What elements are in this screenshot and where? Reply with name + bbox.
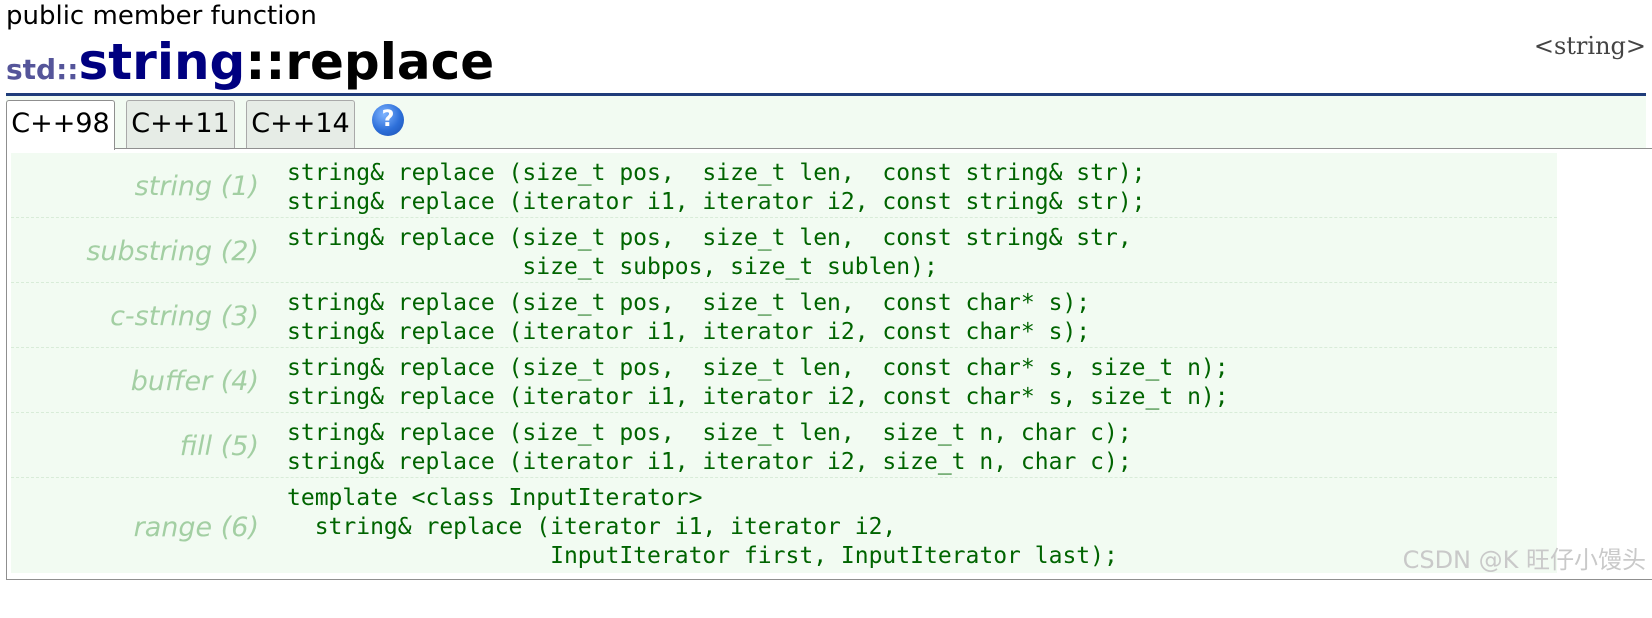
overload-label: substring (2) [86, 236, 259, 267]
code-line: string& replace (iterator i1, iterator i… [287, 189, 1146, 215]
tab-cpp11[interactable]: C++11 [126, 100, 235, 148]
overload-label: string (1) [134, 171, 259, 202]
overload-code: string& replace (size_t pos, size_t len,… [287, 289, 1090, 347]
overload-row-buffer: buffer (4) string& replace (size_t pos, … [11, 348, 1557, 413]
overload-row-string: string (1) string& replace (size_t pos, … [11, 153, 1557, 218]
help-icon[interactable]: ? [372, 104, 404, 136]
overload-label: buffer (4) [130, 366, 259, 397]
overload-code: string& replace (size_t pos, size_t len,… [287, 354, 1229, 412]
code-line: string& replace (iterator i1, iterator i… [287, 384, 1229, 410]
title-class: string [78, 33, 246, 91]
page-title: std::string::replace [6, 34, 494, 90]
code-line: string& replace (size_t pos, size_t len,… [287, 355, 1229, 381]
tab-cpp14[interactable]: C++14 [246, 100, 355, 148]
overload-code: string& replace (size_t pos, size_t len,… [287, 419, 1132, 477]
code-line: string& replace (iterator i1, iterator i… [287, 514, 897, 540]
code-line: string& replace (iterator i1, iterator i… [287, 319, 1091, 345]
title-separator: :: [245, 33, 286, 91]
overload-label: fill (5) [179, 431, 259, 462]
overload-code: string& replace (size_t pos, size_t len,… [287, 159, 1146, 217]
code-line: string& replace (iterator i1, iterator i… [287, 449, 1132, 475]
overloads-panel: string (1) string& replace (size_t pos, … [6, 148, 1652, 580]
overload-row-c-string: c-string (3) string& replace (size_t pos… [11, 283, 1557, 348]
member-kind: public member function [6, 1, 317, 31]
title-member: replace [285, 33, 495, 91]
code-line: string& replace (size_t pos, size_t len,… [287, 225, 1132, 251]
overload-label: range (6) [133, 512, 259, 543]
title-namespace: std:: [6, 53, 79, 86]
overload-code: string& replace (size_t pos, size_t len,… [287, 224, 1132, 282]
code-line: InputIterator first, InputIterator last)… [287, 543, 1118, 569]
overload-row-range: range (6) template <class InputIterator>… [11, 478, 1557, 573]
overload-label: c-string (3) [110, 301, 259, 332]
code-line: template <class InputIterator> [287, 485, 703, 511]
code-line: string& replace (size_t pos, size_t len,… [287, 420, 1132, 446]
tab-cpp98[interactable]: C++98 [6, 100, 115, 150]
version-tabstrip: C++98 C++11 C++14 ? [6, 96, 1646, 150]
code-line: size_t subpos, size_t sublen); [287, 254, 938, 280]
code-line: string& replace (size_t pos, size_t len,… [287, 290, 1091, 316]
watermark: CSDN @K 旺仔小馒头 [1402, 546, 1646, 574]
code-line: string& replace (size_t pos, size_t len,… [287, 160, 1146, 186]
overload-row-fill: fill (5) string& replace (size_t pos, si… [11, 413, 1557, 478]
overload-code: template <class InputIterator> string& r… [287, 484, 1118, 571]
header-file: <string> [1533, 32, 1646, 60]
overload-row-substring: substring (2) string& replace (size_t po… [11, 218, 1557, 283]
